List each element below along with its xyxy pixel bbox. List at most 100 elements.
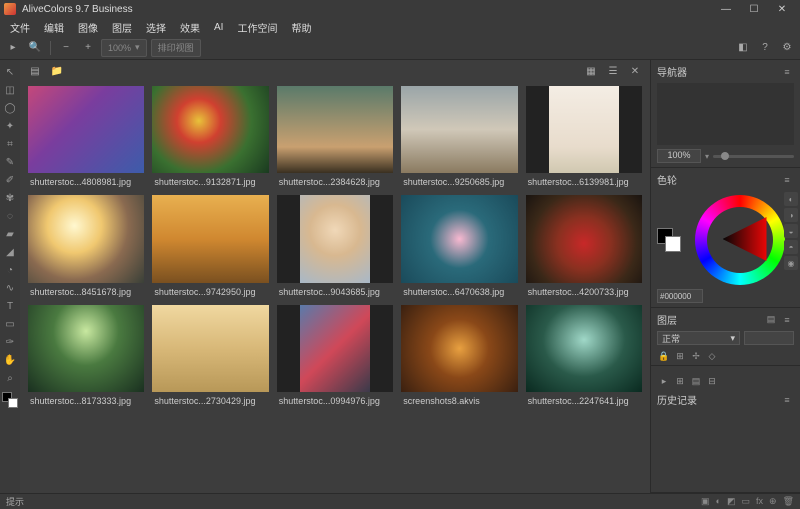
move-tool-icon[interactable]: ↖ (2, 64, 18, 80)
thumbnail-image[interactable] (277, 305, 393, 392)
adjust-icon[interactable]: ◐ (716, 496, 721, 507)
eyedropper-tool-icon[interactable]: ✑ (2, 334, 18, 350)
navigator-zoom-slider[interactable] (713, 155, 794, 158)
navigator-zoom-input[interactable]: 100% (657, 149, 701, 163)
panel-menu-icon[interactable]: ≡ (780, 393, 794, 407)
crop-tool-icon[interactable]: ⌗ (2, 136, 18, 152)
color-mode-icon[interactable]: ◓ (784, 240, 798, 254)
filter-icon[interactable]: ▤ (764, 313, 778, 327)
shape-tool-icon[interactable]: ▭ (2, 316, 18, 332)
panel-menu-icon[interactable]: ≡ (780, 313, 794, 327)
thumbnail-image[interactable] (401, 195, 517, 282)
thumbnail-image[interactable] (401, 305, 517, 392)
thumbnail-item[interactable]: shutterstoc...8451678.jpg (28, 195, 144, 296)
thumbnail-item[interactable]: shutterstoc...6139981.jpg (526, 86, 642, 187)
wand-tool-icon[interactable]: ✦ (2, 118, 18, 134)
lock-icon[interactable]: ◇ (705, 349, 719, 363)
menu-workspace[interactable]: 工作空间 (231, 18, 283, 37)
lock-icon[interactable]: ⊞ (673, 349, 687, 363)
lock-icon[interactable]: 🔒 (657, 349, 671, 363)
thumbnail-item[interactable]: shutterstoc...4808981.jpg (28, 86, 144, 187)
zoom-dropdown[interactable]: 100%▾ (101, 39, 147, 57)
thumbnail-gallery[interactable]: shutterstoc...4808981.jpgshutterstoc...9… (20, 82, 650, 493)
thumbnail-image[interactable] (277, 86, 393, 173)
navigator-preview[interactable] (657, 83, 794, 145)
list-view-icon[interactable]: ☰ (604, 62, 622, 80)
thumbnail-item[interactable]: shutterstoc...4200733.jpg (526, 195, 642, 296)
thumbnail-item[interactable]: shutterstoc...2247641.jpg (526, 305, 642, 406)
thumbnail-image[interactable] (28, 86, 144, 173)
background-swatch[interactable] (665, 236, 681, 252)
blur-tool-icon[interactable]: ◔ (2, 262, 18, 278)
view-mode-button[interactable]: 排印视图 (151, 39, 201, 57)
hex-input[interactable] (657, 289, 703, 303)
close-button[interactable]: ✕ (768, 1, 796, 17)
zoom-in-icon[interactable]: + (79, 39, 97, 57)
fill-tool-icon[interactable]: ▰ (2, 226, 18, 242)
zoom-tool-icon[interactable]: ⌕ (2, 370, 18, 386)
background-swatch[interactable] (8, 398, 18, 408)
menu-ai[interactable]: AI (208, 20, 229, 35)
thumbnail-item[interactable]: shutterstoc...9043685.jpg (277, 195, 393, 296)
minimize-button[interactable]: ― (712, 1, 740, 17)
lasso-tool-icon[interactable]: ◯ (2, 100, 18, 116)
color-wheel[interactable] (695, 195, 785, 285)
clone-tool-icon[interactable]: ✾ (2, 190, 18, 206)
gradient-tool-icon[interactable]: ◢ (2, 244, 18, 260)
thumbnail-item[interactable]: shutterstoc...8173333.jpg (28, 305, 144, 406)
text-tool-icon[interactable]: T (2, 298, 18, 314)
history-icon[interactable]: ▸ (657, 374, 671, 388)
thumbnail-image[interactable] (28, 305, 144, 392)
help-icon[interactable]: ? (756, 39, 774, 57)
menu-layer[interactable]: 图层 (106, 18, 138, 37)
panel-menu-icon[interactable]: ≡ (780, 65, 794, 79)
thumbnail-image[interactable] (526, 86, 642, 173)
zoom-icon[interactable]: 🔍 (26, 39, 44, 57)
thumbnail-image[interactable] (152, 305, 268, 392)
panel-menu-icon[interactable]: ≡ (780, 173, 794, 187)
thumbnail-item[interactable]: shutterstoc...6470638.jpg (401, 195, 517, 296)
group-icon[interactable]: ▭ (741, 496, 750, 507)
blend-mode-select[interactable]: 正常▾ (657, 331, 740, 345)
grid-view-icon[interactable]: ▦ (582, 62, 600, 80)
thumbnail-item[interactable]: shutterstoc...9132871.jpg (152, 86, 268, 187)
thumbnail-item[interactable]: screenshots8.akvis (401, 305, 517, 406)
history-icon[interactable]: ⊟ (705, 374, 719, 388)
thumbnail-item[interactable]: shutterstoc...0994976.jpg (277, 305, 393, 406)
link-icon[interactable]: ⊕ (769, 496, 777, 507)
menu-file[interactable]: 文件 (4, 18, 36, 37)
chevron-down-icon[interactable]: ▾ (705, 152, 709, 161)
thumbnail-image[interactable] (277, 195, 393, 282)
trash-icon[interactable]: 🗑 (783, 496, 794, 507)
compare-icon[interactable]: ◧ (734, 39, 752, 57)
thumbnail-image[interactable] (28, 195, 144, 282)
thumbnail-item[interactable]: shutterstoc...2384628.jpg (277, 86, 393, 187)
thumbnail-image[interactable] (526, 195, 642, 282)
thumbnail-image[interactable] (526, 305, 642, 392)
thumbnail-item[interactable]: shutterstoc...9250685.jpg (401, 86, 517, 187)
opacity-input[interactable] (744, 331, 794, 345)
close-panel-icon[interactable]: ✕ (626, 62, 644, 80)
zoom-out-icon[interactable]: − (57, 39, 75, 57)
thumbnail-item[interactable]: shutterstoc...9742950.jpg (152, 195, 268, 296)
eraser-tool-icon[interactable]: ◌ (2, 208, 18, 224)
color-record-icon[interactable]: ◉ (784, 256, 798, 270)
fx-icon[interactable]: fx (756, 496, 763, 507)
hand-tool-icon[interactable]: ✋ (2, 352, 18, 368)
color-swatch-pair[interactable] (2, 392, 18, 408)
new-layer-icon[interactable]: ▣ (701, 496, 710, 507)
brush-tool-icon[interactable]: ✎ (2, 154, 18, 170)
menu-effects[interactable]: 效果 (174, 18, 206, 37)
new-doc-icon[interactable]: ▤ (26, 62, 44, 80)
color-mode-icon[interactable]: ◐ (784, 192, 798, 206)
thumbnail-image[interactable] (152, 195, 268, 282)
arrow-icon[interactable]: ▸ (4, 39, 22, 57)
history-icon[interactable]: ▤ (689, 374, 703, 388)
maximize-button[interactable]: ☐ (740, 1, 768, 17)
color-mode-icon[interactable]: ◑ (784, 208, 798, 222)
thumbnail-item[interactable]: shutterstoc...2730429.jpg (152, 305, 268, 406)
menu-select[interactable]: 选择 (140, 18, 172, 37)
menu-edit[interactable]: 编辑 (38, 18, 70, 37)
mask-icon[interactable]: ◩ (727, 496, 736, 507)
smudge-tool-icon[interactable]: ∿ (2, 280, 18, 296)
